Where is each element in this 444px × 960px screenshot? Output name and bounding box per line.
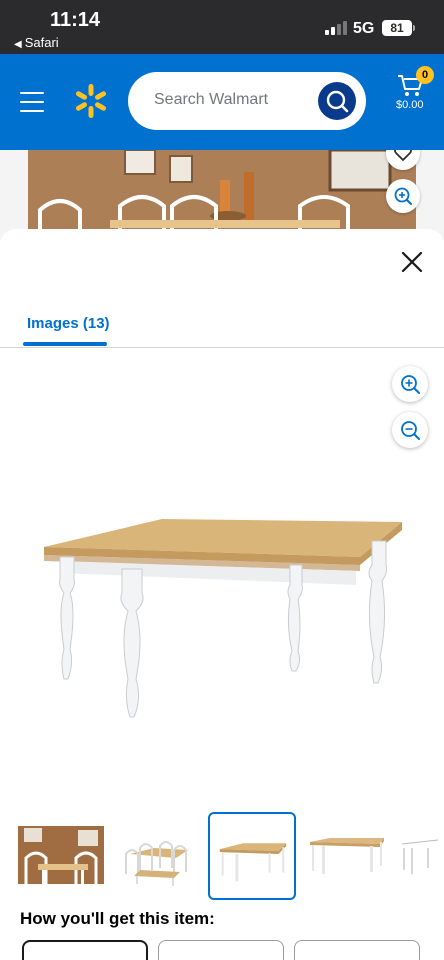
cart-count-badge: 0 <box>416 66 434 84</box>
signal-icon <box>325 21 347 35</box>
background-product-photo <box>0 150 444 240</box>
thumbnail-image <box>125 841 188 886</box>
zoom-in-icon <box>401 375 420 394</box>
thumbnail-image <box>401 839 439 874</box>
search-placeholder: Search Walmart <box>154 91 269 108</box>
thumbnail-image <box>219 843 287 882</box>
app-header: Search Walmart 0 $0.00 <box>0 54 444 150</box>
thumbnail-strip <box>0 812 444 904</box>
status-bar: 11:14 ◀ Safari 5G 81 <box>0 0 444 54</box>
close-button[interactable] <box>399 249 425 275</box>
favorite-button[interactable] <box>386 150 420 170</box>
battery-nub <box>413 25 415 31</box>
tab-images[interactable]: Images (13) <box>27 315 110 332</box>
zoom-out-icon <box>401 421 420 440</box>
zoom-in-button[interactable] <box>392 366 428 402</box>
search-button[interactable] <box>318 82 356 120</box>
status-time: 11:14 <box>50 9 101 31</box>
zoom-in-icon <box>394 187 412 205</box>
main-product-image[interactable] <box>30 489 410 729</box>
heart-icon <box>394 150 412 162</box>
thumbnail-2[interactable] <box>114 814 200 900</box>
back-app-label: Safari <box>24 35 59 50</box>
dining-room-photo <box>28 150 416 240</box>
thumbnail-3-selected[interactable] <box>208 812 296 900</box>
back-to-safari-link[interactable]: ◀ Safari <box>14 35 59 50</box>
thumbnail-image <box>18 826 104 884</box>
fulfillment-heading: How you'll get this item: <box>20 909 215 928</box>
back-arrow-icon: ◀ <box>14 39 22 50</box>
cart-total: $0.00 <box>396 99 424 111</box>
close-icon <box>401 251 423 273</box>
tab-divider <box>0 347 444 348</box>
thumbnail-image <box>310 838 384 874</box>
zoom-out-button[interactable] <box>392 412 428 448</box>
image-viewer-sheet: Images (13) How you'll get this item: <box>0 229 444 960</box>
thumbnail-4[interactable] <box>304 814 390 900</box>
network-type: 5G <box>353 20 375 37</box>
tab-active-indicator <box>23 342 107 346</box>
battery-icon: 81 <box>382 20 412 36</box>
search-input[interactable]: Search Walmart <box>128 72 366 130</box>
fulfillment-option-2[interactable] <box>158 940 284 960</box>
fulfillment-option-3[interactable] <box>294 940 420 960</box>
walmart-spark-icon[interactable] <box>72 82 110 120</box>
photo-zoom-button[interactable] <box>386 179 420 213</box>
search-icon <box>326 90 349 113</box>
fulfillment-option-1[interactable] <box>22 940 148 960</box>
thumbnail-5[interactable] <box>398 814 444 900</box>
thumbnail-1[interactable] <box>18 814 104 900</box>
menu-icon[interactable] <box>20 92 44 112</box>
